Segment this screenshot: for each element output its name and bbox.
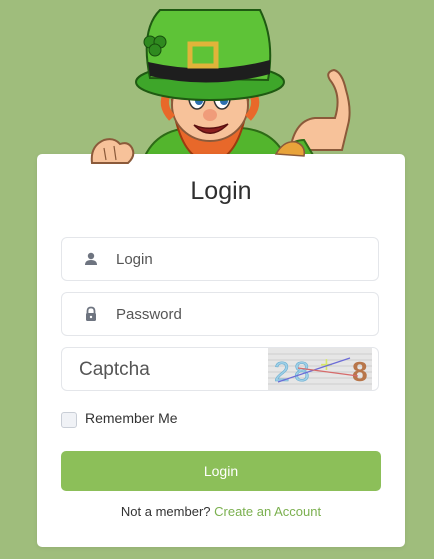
captcha-image: 2 8 + 8 <box>268 348 372 390</box>
svg-text:2: 2 <box>274 356 290 387</box>
leprechaun-mascot <box>80 0 360 171</box>
login-button[interactable]: Login <box>61 451 381 491</box>
signup-prompt-text: Not a member? <box>120 504 211 519</box>
user-icon <box>83 251 99 267</box>
remember-label: Remember Me <box>85 410 178 426</box>
captcha-field[interactable]: Captcha 2 8 + 8 <box>61 347 379 391</box>
svg-text:8: 8 <box>294 356 310 387</box>
captcha-placeholder: Captcha <box>79 359 150 380</box>
signup-prompt: Not a member? Create an Account <box>37 504 405 519</box>
login-field[interactable]: Login <box>61 237 379 281</box>
create-account-link[interactable]: Create an Account <box>214 504 321 519</box>
remember-checkbox[interactable] <box>61 412 77 428</box>
svg-text:8: 8 <box>352 356 368 387</box>
password-field[interactable]: Password <box>61 292 379 336</box>
lock-icon <box>83 306 99 322</box>
login-card: Login Login Password Captcha 2 8 + 8 Rem… <box>37 154 405 547</box>
password-placeholder: Password <box>116 306 182 323</box>
login-placeholder: Login <box>116 251 153 268</box>
page-title: Login <box>190 177 252 205</box>
